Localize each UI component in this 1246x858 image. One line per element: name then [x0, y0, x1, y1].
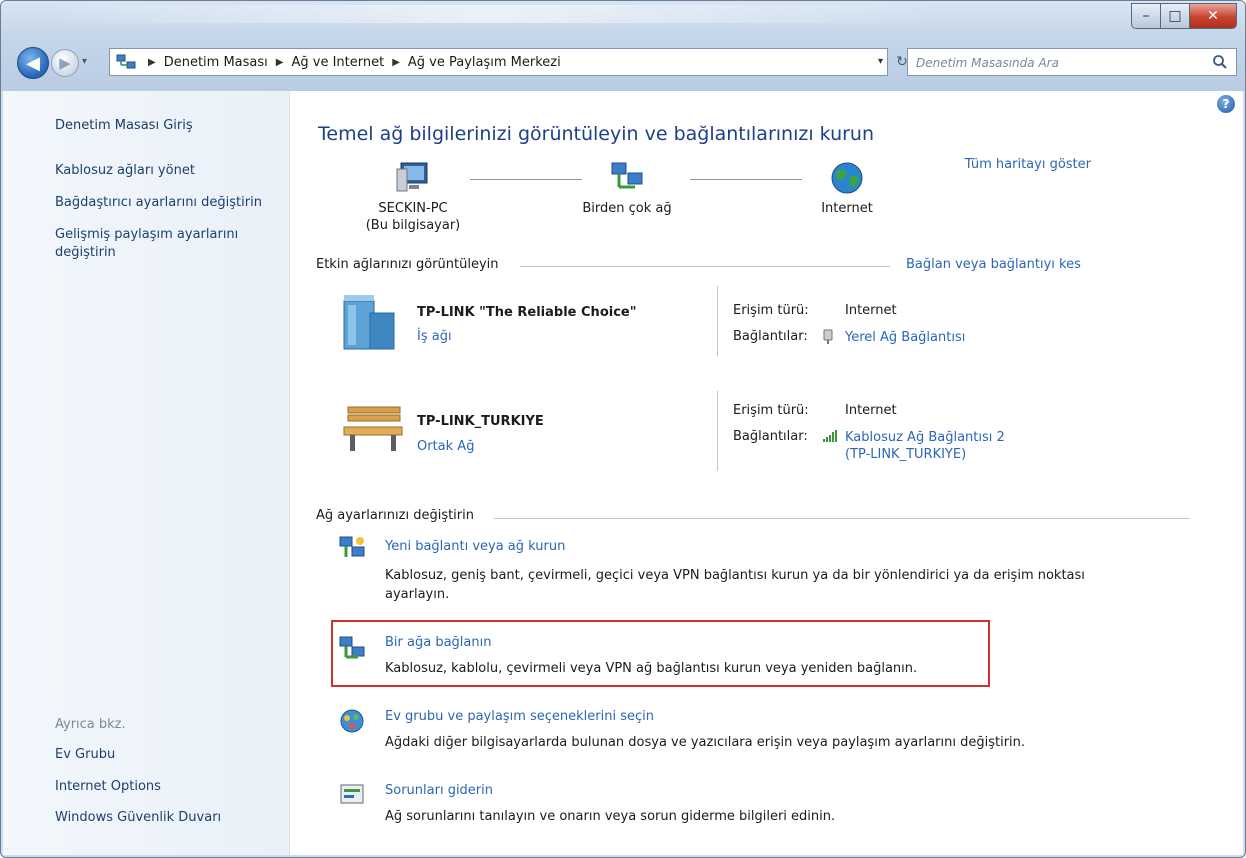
ethernet-icon [823, 329, 833, 344]
change-settings-header: Ağ ayarlarınızı değiştirin [316, 508, 474, 523]
breadcrumb-item-network-sharing-center[interactable]: Ağ ve Paylaşım Merkezi [408, 55, 561, 70]
network-icon [116, 54, 136, 69]
address-dropdown-icon[interactable]: ▾ [878, 56, 883, 67]
section-divider [520, 266, 890, 267]
sidebar-home-link[interactable]: Denetim Masası Giriş [55, 117, 193, 135]
map-connector [690, 179, 802, 180]
access-type-value: Internet [845, 403, 897, 418]
wireless-connection-link[interactable]: Kablosuz Ağ Bağlantısı 2 (TP-LINK_TURKIY… [845, 429, 1005, 463]
page-title: Temel ağ bilgilerinizi görüntüleyin ve b… [318, 123, 875, 145]
breadcrumb: ▶ Denetim Masası ▶ Ağ ve Internet ▶ Ağ v… [140, 49, 561, 75]
section-divider [494, 518, 1190, 519]
map-node-sublabel: (Bu bilgisayar) [365, 218, 461, 233]
address-bar[interactable]: ▶ Denetim Masası ▶ Ağ ve Internet ▶ Ağ v… [109, 48, 888, 76]
map-node-internet: Internet [792, 161, 902, 217]
connections-label: Bağlantılar: [733, 329, 808, 344]
map-node-label: SECKIN-PC [378, 201, 448, 216]
recent-pages-dropdown[interactable]: ▾ [82, 56, 87, 67]
see-also-label: Ayrıca bkz. [55, 717, 126, 732]
network-type-link[interactable]: Ortak Ağ [417, 439, 474, 454]
troubleshoot-icon [340, 784, 364, 804]
sidebar-item-firewall[interactable]: Windows Güvenlik Duvarı [55, 809, 221, 827]
new-connection-icon [339, 536, 365, 557]
computer-icon [396, 162, 428, 192]
public-network-bench-icon [343, 406, 403, 451]
maximize-button[interactable]: □ [1160, 3, 1190, 29]
network-icon [611, 162, 643, 189]
vertical-divider [717, 391, 718, 471]
map-node-label: Internet [821, 201, 873, 216]
task-description: Kablosuz, geniş bant, çevirmeli, geçici … [385, 568, 1085, 602]
task-new-connection-link[interactable]: Yeni bağlantı veya ağ kurun [385, 539, 565, 554]
search-icon[interactable] [1212, 54, 1228, 70]
vertical-divider [717, 286, 718, 356]
map-node-multiple-networks: Birden çok ağ [572, 161, 682, 217]
access-type-value: Internet [845, 303, 897, 318]
see-full-map-link[interactable]: Tüm haritayı göster [965, 157, 1091, 172]
breadcrumb-item-control-panel[interactable]: Denetim Masası [164, 55, 268, 70]
sidebar-item-manage-wireless[interactable]: Kablosuz ağları yönet [55, 162, 195, 180]
work-network-icon [343, 295, 395, 350]
close-button[interactable]: ✕ [1189, 3, 1237, 29]
sidebar-item-homegroup[interactable]: Ev Grubu [55, 746, 115, 764]
access-type-label: Erişim türü: [733, 303, 809, 318]
breadcrumb-item-network-internet[interactable]: Ağ ve Internet [291, 55, 384, 70]
task-homegroup-link[interactable]: Ev grubu ve paylaşım seçeneklerini seçin [385, 709, 654, 724]
breadcrumb-separator[interactable]: ▶ [276, 57, 284, 68]
connect-disconnect-link[interactable]: Bağlan veya bağlantıyı kes [906, 257, 1081, 272]
map-node-this-pc: SECKIN-PC (Bu bilgisayar) [358, 161, 468, 234]
main-content: ? Temel ağ bilgilerinizi görüntüleyin ve… [290, 91, 1243, 855]
wireless-connection-ssid[interactable]: (TP-LINK_TURKIYE) [845, 446, 1005, 463]
network-name: TP-LINK_TURKIYE [417, 414, 544, 429]
active-networks-header: Etkin ağlarınızı görüntüleyin [316, 257, 499, 272]
task-troubleshoot-link[interactable]: Sorunları giderin [385, 783, 493, 798]
back-button[interactable]: ◀ [17, 47, 49, 79]
connections-label: Bağlantılar: [733, 429, 808, 444]
globe-icon [831, 162, 863, 194]
map-connector [470, 179, 582, 180]
homegroup-icon [340, 709, 364, 733]
search-input[interactable] [914, 52, 1198, 74]
forward-button[interactable]: ▶ [51, 49, 79, 77]
minimize-button[interactable]: – [1131, 3, 1161, 29]
wireless-signal-icon [823, 430, 837, 442]
breadcrumb-separator[interactable]: ▶ [392, 57, 400, 68]
window: – □ ✕ ◀ ▶ ▾ ▶ Denetim Masası ▶ Ağ ve Int… [0, 0, 1246, 858]
highlight-box [331, 620, 990, 687]
sidebar-item-advanced-sharing[interactable]: Gelişmiş paylaşım ayarlarını değiştirin [55, 226, 255, 262]
sidebar: Denetim Masası Giriş Kablosuz ağları yön… [3, 91, 290, 855]
wireless-connection-name[interactable]: Kablosuz Ağ Bağlantısı 2 [845, 429, 1005, 446]
task-description: Ağ sorunlarını tanılayın ve onarın veya … [385, 809, 836, 824]
search-box[interactable] [907, 48, 1237, 76]
task-description: Ağdaki diğer bilgisayarlarda bulunan dos… [385, 735, 1026, 750]
network-name: TP-LINK "The Reliable Choice" [417, 305, 637, 320]
sidebar-item-adapter-settings[interactable]: Bağdaştırıcı ayarlarını değiştirin [55, 194, 262, 212]
local-area-connection-link[interactable]: Yerel Ağ Bağlantısı [845, 329, 965, 346]
help-icon[interactable]: ? [1217, 95, 1235, 113]
window-frame [1, 1, 1245, 91]
network-type-link[interactable]: İş ağı [417, 329, 452, 344]
sidebar-item-internet-options[interactable]: Internet Options [55, 778, 161, 796]
map-node-label: Birden çok ağ [582, 201, 672, 216]
frame-highlight [41, 5, 941, 23]
breadcrumb-separator[interactable]: ▶ [148, 57, 156, 68]
access-type-label: Erişim türü: [733, 403, 809, 418]
